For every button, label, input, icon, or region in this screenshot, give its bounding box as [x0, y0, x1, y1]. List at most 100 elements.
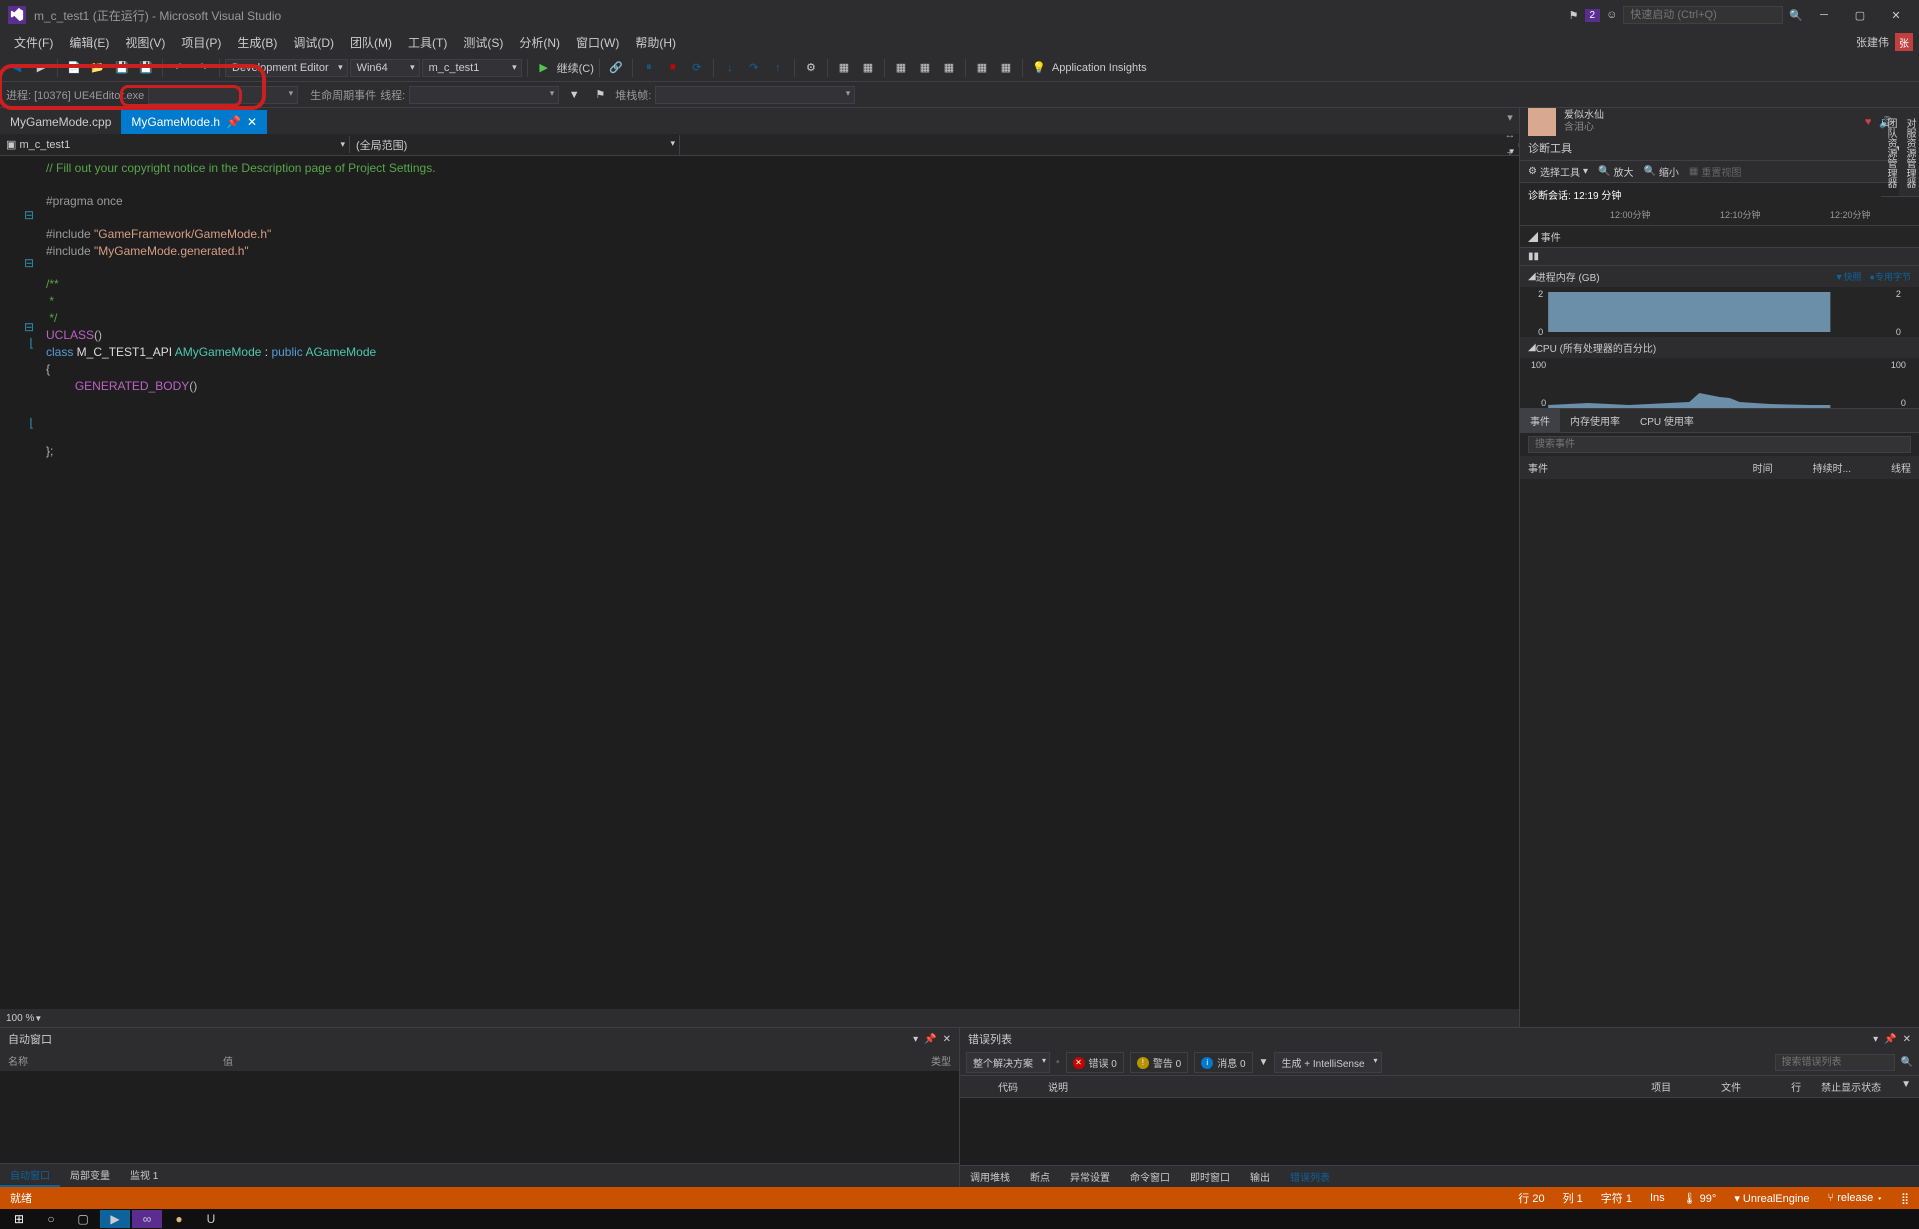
diag-search-input[interactable] — [1528, 436, 1911, 453]
autos-body[interactable] — [0, 1071, 959, 1163]
continue-label[interactable]: 继续(C) — [557, 60, 594, 76]
thread-combo[interactable] — [409, 86, 559, 104]
continue-button[interactable]: ▶ — [533, 57, 555, 79]
member-combo-2[interactable] — [680, 143, 1519, 147]
diag-tab-memory[interactable]: 内存使用率 — [1560, 409, 1630, 432]
new-project-button[interactable]: 📄 — [63, 57, 85, 79]
insights-label[interactable]: Application Insights — [1052, 62, 1147, 74]
zoom-in-tool[interactable]: 🔍 放大 — [1598, 164, 1633, 179]
task-view-button[interactable]: ▢ — [68, 1210, 98, 1228]
scope-combo[interactable]: 整个解决方案 — [966, 1052, 1050, 1073]
tab-output[interactable]: 输出 — [1240, 1166, 1280, 1187]
maximize-button[interactable]: ▢ — [1845, 3, 1875, 27]
autos-tab-auto[interactable]: 自动窗口 — [0, 1164, 60, 1187]
timeline[interactable]: 12:00分钟 12:10分钟 12:20分钟 — [1520, 206, 1919, 226]
editor-split-icon[interactable]: ↔ — [1501, 126, 1519, 144]
tab-breakpoints[interactable]: 断点 — [1020, 1166, 1060, 1187]
nav-back-button[interactable]: ◀ — [6, 57, 28, 79]
tab-cpp[interactable]: MyGameMode.cpp — [0, 110, 121, 134]
diag-tab-cpu[interactable]: CPU 使用率 — [1630, 409, 1704, 432]
flag-filter-icon[interactable]: ⚑ — [589, 84, 611, 106]
tab-callstack[interactable]: 调用堆栈 — [960, 1166, 1020, 1187]
error-search-icon[interactable]: 🔍 — [1901, 1057, 1913, 1068]
autos-pin-icon[interactable]: 📌 — [924, 1034, 936, 1045]
taskbar-explorer[interactable]: ▶ — [100, 1210, 130, 1228]
select-tool[interactable]: ⚙ 选择工具 ▾ — [1528, 164, 1588, 179]
errlist-close-icon[interactable]: ✕ — [1903, 1034, 1911, 1045]
save-all-button[interactable]: 💾 — [135, 57, 157, 79]
tab-close-icon[interactable]: ✕ — [247, 115, 257, 129]
taskbar-app2[interactable]: U — [196, 1210, 226, 1228]
redo-button[interactable]: ↷ — [192, 57, 214, 79]
autos-tab-locals[interactable]: 局部变量 — [60, 1164, 120, 1187]
diag-tab-events[interactable]: 事件 — [1520, 409, 1560, 432]
pause-button[interactable]: ⏸ — [638, 57, 660, 79]
filter-icon[interactable]: ▼ — [563, 84, 585, 106]
menu-help[interactable]: 帮助(H) — [627, 31, 684, 54]
open-button[interactable]: 📂 — [87, 57, 109, 79]
insights-icon[interactable]: 💡 — [1028, 57, 1050, 79]
tool-1[interactable]: ⚙ — [800, 57, 822, 79]
minimize-button[interactable]: ─ — [1809, 3, 1839, 27]
user-name-label[interactable]: 张建伟 — [1856, 34, 1889, 50]
tool-4[interactable]: ▦ — [890, 57, 912, 79]
warnings-pill[interactable]: !警告 0 — [1130, 1052, 1188, 1073]
undo-button[interactable]: ↶ — [168, 57, 190, 79]
process-combo[interactable] — [148, 86, 298, 104]
status-resize-grip[interactable]: ⣿ — [1901, 1192, 1909, 1205]
restart-button[interactable]: ⟳ — [686, 57, 708, 79]
code-editor[interactable]: ⊟⊟⊟⌊⌊ // Fill out your copyright notice … — [0, 156, 1519, 1009]
member-combo[interactable]: (全局范围) — [350, 135, 680, 155]
messages-pill[interactable]: i消息 0 — [1194, 1052, 1252, 1073]
status-engine[interactable]: ▾ UnrealEngine — [1734, 1192, 1809, 1205]
search-icon[interactable]: 🔍 — [1789, 9, 1803, 22]
menu-edit[interactable]: 编辑(E) — [61, 31, 117, 54]
tool-3[interactable]: ▦ — [857, 57, 879, 79]
tab-exceptions[interactable]: 异常设置 — [1060, 1166, 1120, 1187]
step-into-button[interactable]: ↓ — [719, 57, 741, 79]
reset-view-tool[interactable]: ▦ 重置视图 — [1689, 164, 1741, 179]
heart-icon[interactable]: ♥ — [1865, 116, 1872, 129]
user-avatar-icon[interactable]: 张 — [1895, 33, 1913, 51]
step-out-button[interactable]: ↑ — [767, 57, 789, 79]
user-photo[interactable] — [1528, 108, 1556, 136]
filter-col-icon[interactable]: ▼ — [1901, 1079, 1911, 1094]
menu-project[interactable]: 项目(P) — [173, 31, 229, 54]
notification-count[interactable]: 2 — [1585, 9, 1601, 22]
cortana-button[interactable]: ○ — [36, 1210, 66, 1228]
autos-tab-watch[interactable]: 监视 1 — [120, 1164, 168, 1187]
feedback-icon[interactable]: ☺ — [1606, 9, 1617, 21]
pin-icon[interactable]: 📌 — [226, 115, 241, 129]
side-tab-server-explorer[interactable]: 对服资源管理器 — [1900, 110, 1919, 197]
code-content[interactable]: // Fill out your copyright notice in the… — [40, 156, 1519, 1009]
status-ins[interactable]: Ins — [1650, 1192, 1665, 1204]
diag-event-list[interactable] — [1520, 479, 1919, 1027]
quick-launch-input[interactable] — [1623, 6, 1783, 24]
menu-file[interactable]: 文件(F) — [6, 31, 61, 54]
error-search-input[interactable] — [1775, 1054, 1895, 1071]
tab-immediate[interactable]: 即时窗口 — [1180, 1166, 1240, 1187]
source-combo[interactable]: 生成 + IntelliSense — [1274, 1052, 1381, 1073]
cpu-chart[interactable]: 100 0 100 0 — [1528, 358, 1911, 408]
save-button[interactable]: 💾 — [111, 57, 133, 79]
menu-team[interactable]: 团队(M) — [342, 31, 400, 54]
errlist-pin-icon[interactable]: 📌 — [1884, 1034, 1896, 1045]
error-body[interactable] — [960, 1098, 1919, 1165]
menu-debug[interactable]: 调试(D) — [285, 31, 342, 54]
events-markers[interactable]: ▮▮ — [1520, 248, 1919, 266]
start-button[interactable]: ⊞ — [4, 1210, 34, 1228]
menu-view[interactable]: 视图(V) — [117, 31, 173, 54]
menu-build[interactable]: 生成(B) — [229, 31, 285, 54]
scope-combo[interactable]: ▣ m_c_test1 — [0, 136, 350, 153]
zoom-out-tool[interactable]: 🔍 缩小 — [1643, 164, 1678, 179]
taskbar-vs[interactable]: ∞ — [132, 1210, 162, 1228]
startup-project-dropdown[interactable]: m_c_test1 — [422, 59, 522, 77]
autos-close-icon[interactable]: ✕ — [943, 1034, 951, 1045]
errlist-dropdown-icon[interactable]: ▾ — [1873, 1034, 1878, 1045]
filter-icon[interactable]: ▼ — [1259, 1057, 1269, 1068]
tool-7[interactable]: ▦ — [971, 57, 993, 79]
memory-chart[interactable]: 2 0 2 0 — [1528, 287, 1911, 337]
errors-pill[interactable]: ✕错误 0 — [1066, 1052, 1124, 1073]
nav-forward-button[interactable]: ▶ — [30, 57, 52, 79]
close-button[interactable]: ✕ — [1881, 3, 1911, 27]
